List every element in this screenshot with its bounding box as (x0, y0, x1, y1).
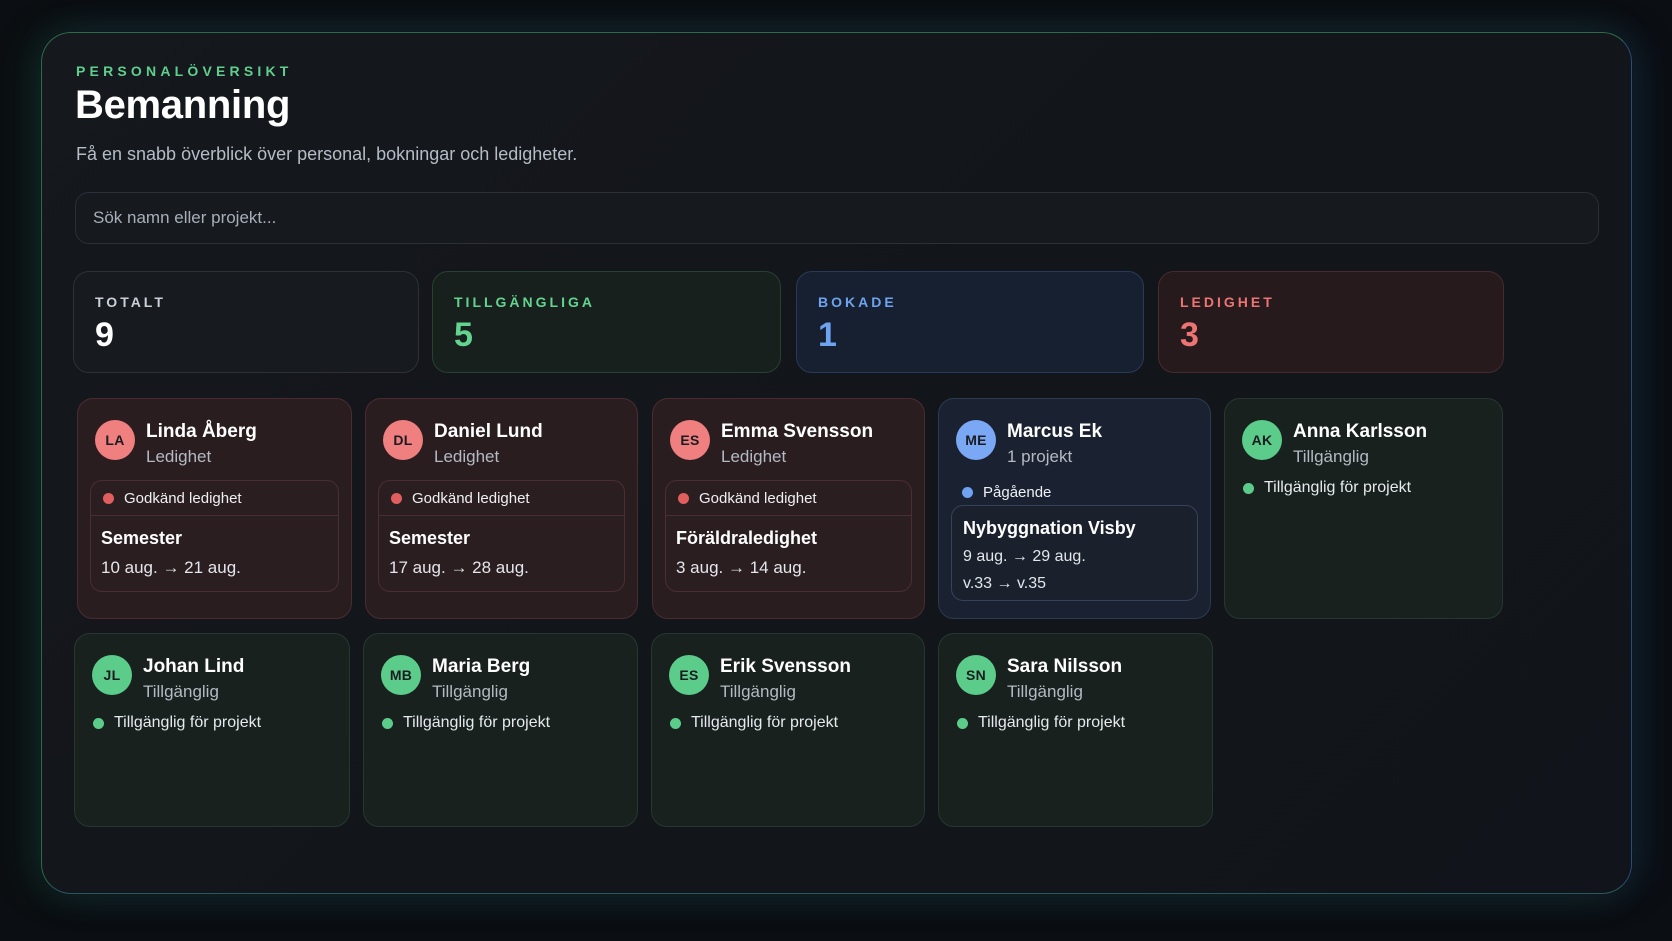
project-state: Pågående (983, 484, 1052, 501)
avatar: JL (92, 655, 132, 695)
stat-value: 3 (1180, 316, 1199, 354)
employee-status: 1 projekt (1007, 447, 1073, 466)
availability-text: Tillgänglig för projekt (403, 714, 551, 731)
employee-card-johan-lind[interactable]: JL Johan Lind Tillgänglig Tillgänglig fö… (74, 633, 350, 827)
leave-approved-row: Godkänd ledighet (91, 481, 338, 516)
employee-status: Ledighet (721, 447, 787, 466)
availability-row: Tillgänglig för projekt (382, 714, 550, 732)
leave-approved-row: Godkänd ledighet (379, 481, 624, 516)
availability-text: Tillgänglig för projekt (691, 714, 839, 731)
employee-card-daniel-lund[interactable]: DL Daniel Lund Ledighet Godkänd ledighet… (365, 398, 638, 619)
leave-type: Semester (101, 528, 183, 548)
employee-status: Tillgänglig (432, 682, 508, 701)
avatar: SN (956, 655, 996, 695)
project-dates: 9 aug. → 29 aug. (963, 548, 1086, 565)
employee-name: Erik Svensson (720, 656, 851, 677)
avatar: ES (669, 655, 709, 695)
leave-dates: 17 aug. → 28 aug. (389, 558, 529, 577)
project-name: Nybyggnation Visby (963, 518, 1136, 538)
avatar: ES (670, 420, 710, 460)
stat-label: LEDIGHET (1180, 294, 1275, 310)
employee-card-marcus-ek[interactable]: ME Marcus Ek 1 projekt Pågående Nybyggna… (938, 398, 1211, 619)
stat-card-available: TILLGÄNGLIGA 5 (432, 271, 781, 373)
status-dot-icon (93, 717, 104, 729)
stat-card-booked: BOKADE 1 (796, 271, 1144, 373)
leave-type: Semester (389, 528, 471, 548)
availability-row: Tillgänglig för projekt (957, 714, 1125, 732)
leave-dates: 3 aug. → 14 aug. (676, 558, 807, 577)
leave-type: Föräldraledighet (676, 528, 818, 548)
employee-name: Marcus Ek (1007, 421, 1103, 442)
employee-card-maria-berg[interactable]: MB Maria Berg Tillgänglig Tillgänglig fö… (363, 633, 638, 827)
leave-approved-row: Godkänd ledighet (666, 481, 911, 516)
employee-card-erik-svensson[interactable]: ES Erik Svensson Tillgänglig Tillgänglig… (651, 633, 925, 827)
project-state-row: Pågående (962, 484, 1051, 501)
employee-status: Tillgänglig (720, 682, 796, 701)
employee-name: Linda Åberg (146, 421, 257, 442)
avatar: LA (95, 420, 135, 460)
employee-card-emma-svensson[interactable]: ES Emma Svensson Ledighet Godkänd ledigh… (652, 398, 925, 619)
employee-name: Maria Berg (432, 656, 531, 677)
availability-text: Tillgänglig för projekt (1264, 479, 1412, 496)
employee-name: Daniel Lund (434, 421, 543, 442)
status-dot-icon (670, 717, 681, 729)
employee-status: Tillgänglig (1293, 447, 1369, 466)
employee-card-sara-nilsson[interactable]: SN Sara Nilsson Tillgänglig Tillgänglig … (938, 633, 1213, 827)
avatar: ME (956, 420, 996, 460)
leave-dates: 10 aug. → 21 aug. (101, 558, 241, 577)
stat-card-total: TOTALT 9 (73, 271, 419, 373)
availability-row: Tillgänglig för projekt (93, 714, 261, 732)
employee-name: Sara Nilsson (1007, 656, 1123, 677)
search-input[interactable] (75, 192, 1599, 244)
leave-details: Godkänd ledighet Semester 17 aug. → 28 a… (378, 480, 625, 592)
leave-details: Godkänd ledighet Föräldraledighet 3 aug.… (665, 480, 912, 592)
avatar: AK (1242, 420, 1282, 460)
project-weeks: v.33 → v.35 (963, 575, 1046, 592)
stat-label: TILLGÄNGLIGA (454, 294, 595, 310)
stat-label: BOKADE (818, 294, 897, 310)
leave-details: Godkänd ledighet Semester 10 aug. → 21 a… (90, 480, 339, 592)
status-dot-icon (962, 487, 973, 498)
availability-text: Tillgänglig för projekt (978, 714, 1126, 731)
status-dot-icon (391, 492, 402, 504)
leave-label: Godkänd ledighet (699, 489, 817, 507)
employee-name: Emma Svensson (721, 421, 874, 442)
employee-status: Ledighet (434, 447, 500, 466)
employee-name: Johan Lind (143, 656, 245, 677)
page-title: Bemanning (75, 83, 291, 127)
stat-label: TOTALT (95, 294, 166, 310)
leave-label: Godkänd ledighet (412, 489, 530, 507)
status-dot-icon (678, 492, 689, 504)
staffing-panel: PERSONALÖVERSIKT Bemanning Få en snabb ö… (41, 32, 1632, 894)
status-dot-icon (957, 717, 968, 729)
employee-status: Tillgänglig (143, 682, 219, 701)
employee-status: Tillgänglig (1007, 682, 1083, 701)
employee-card-anna-karlsson[interactable]: AK Anna Karlsson Tillgänglig Tillgänglig… (1224, 398, 1503, 619)
availability-row: Tillgänglig för projekt (670, 714, 838, 732)
eyebrow-label: PERSONALÖVERSIKT (76, 63, 293, 79)
leave-label: Godkänd ledighet (124, 489, 242, 507)
stat-card-leave: LEDIGHET 3 (1158, 271, 1504, 373)
employee-card-linda-aberg[interactable]: LA Linda Åberg Ledighet Godkänd ledighet… (77, 398, 352, 619)
stat-value: 1 (818, 316, 837, 354)
stat-value: 9 (95, 316, 114, 354)
employee-name: Anna Karlsson (1293, 421, 1428, 442)
status-dot-icon (382, 717, 393, 729)
page-subtitle: Få en snabb överblick över personal, bok… (76, 144, 578, 164)
employee-status: Ledighet (146, 447, 212, 466)
avatar: MB (381, 655, 421, 695)
avatar: DL (383, 420, 423, 460)
availability-text: Tillgänglig för projekt (114, 714, 262, 731)
stat-value: 5 (454, 316, 473, 354)
availability-row: Tillgänglig för projekt (1243, 479, 1411, 497)
status-dot-icon (103, 492, 114, 504)
status-dot-icon (1243, 482, 1254, 494)
project-details[interactable]: Nybyggnation Visby 9 aug. → 29 aug. v.33… (951, 505, 1198, 601)
